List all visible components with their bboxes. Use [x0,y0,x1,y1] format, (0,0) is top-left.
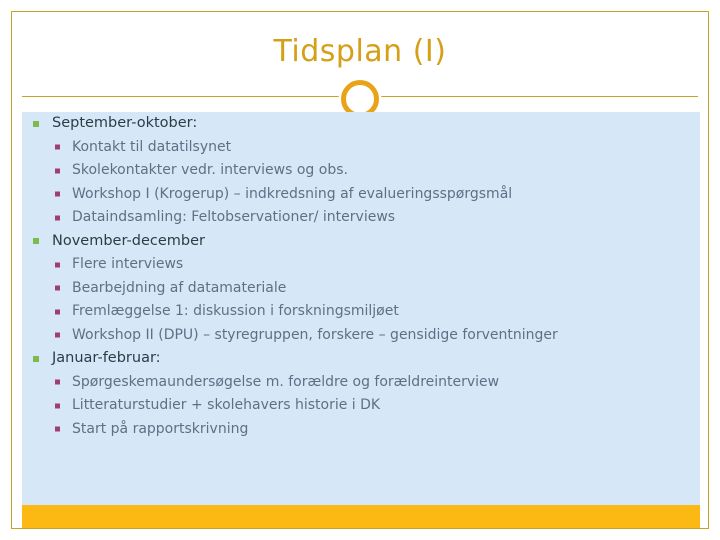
list-item-label: Skolekontakter vedr. interviews og obs. [72,162,348,178]
list-item-label: Workshop I (Krogerup) – indkredsning af … [72,185,513,202]
list-item: Start på rapportskrivning [22,418,700,442]
list-item: Fremlæggelse 1: diskussion i forskningsm… [22,300,700,324]
bullet-square-icon [55,285,60,291]
section-heading: November-december [22,230,700,254]
bullet-list: September-oktober: Kontakt til datatilsyn… [22,112,700,441]
list-item-label: Start på rapportskrivning [72,420,249,437]
list-item: Workshop II (DPU) – styregruppen, forske… [22,324,700,348]
bullet-square-icon [55,309,60,315]
list-item: Kontakt til datatilsynet [22,136,700,160]
list-item: Skolekontakter vedr. interviews og obs. [22,159,700,183]
bullet-square-icon [55,426,60,432]
list-item-label: Kontakt til datatilsynet [72,138,232,155]
bullet-square-icon [55,403,60,409]
list-item: Litteraturstudier + skolehavers historie… [22,394,700,418]
bullet-square-icon [55,332,60,338]
list-item-label: Bearbejdning af datamateriale [72,279,287,296]
bullet-square-icon [55,215,60,221]
slide: Tidsplan (I) September-oktober: Kontakt t… [0,0,720,540]
list-item: Dataindsamling: Feltobservationer/ inter… [22,206,700,230]
list-item-label: Fremlæggelse 1: diskussion i forskningsm… [72,303,399,319]
bullet-square-icon [33,238,39,245]
section-heading-label: Januar-februar: [52,350,161,366]
list-item-label: Workshop II (DPU) – styregruppen, forske… [72,326,558,343]
bullet-square-icon [55,262,60,268]
bullet-square-icon [55,191,60,197]
list-item: Spørgeskemaundersøgelse m. forældre og f… [22,371,700,395]
bottom-accent-bar [22,505,700,528]
bullet-square-icon [33,120,39,127]
page-title: Tidsplan (I) [273,33,447,69]
section-heading: September-oktober: [22,112,700,136]
section-heading-label: September-oktober: [52,115,198,131]
list-item-label: Flere interviews [72,256,184,272]
list-item-label: Litteraturstudier + skolehavers historie… [72,397,381,413]
list-item: Bearbejdning af datamateriale [22,277,700,301]
bullet-square-icon [55,168,60,174]
section-heading-label: November-december [52,232,205,249]
list-item: Flere interviews [22,253,700,277]
list-item: Workshop I (Krogerup) – indkredsning af … [22,183,700,207]
bullet-square-icon [55,144,60,150]
list-item-label: Spørgeskemaundersøgelse m. forældre og f… [72,373,500,390]
list-item-label: Dataindsamling: Feltobservationer/ inter… [72,209,396,225]
section-heading: Januar-februar: [22,347,700,371]
bullet-square-icon [55,379,60,385]
content-panel: September-oktober: Kontakt til datatilsyn… [22,112,700,505]
bullet-square-icon [33,355,39,362]
